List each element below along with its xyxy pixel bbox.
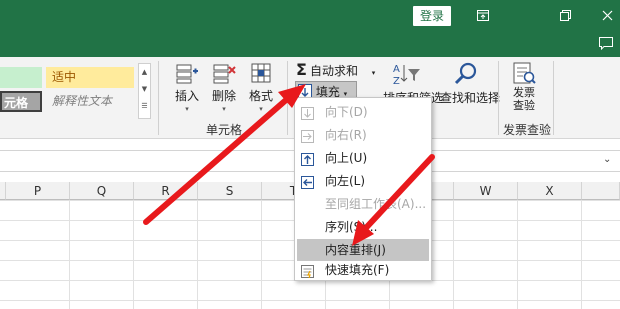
restore-icon[interactable] [554,5,576,25]
invoice-check-button[interactable]: 发票查验 [506,61,542,121]
grid-line [197,200,198,309]
grid-line [517,200,518,309]
insert-label: 插入 [174,89,199,103]
format-label: 格式 [248,89,273,103]
delete-button[interactable]: 删除 ▾ [204,61,244,121]
fill-right-icon [301,128,314,143]
menu-item-fill-right[interactable]: 向右(R) [297,124,429,146]
ribbon-divider [287,61,288,135]
styles-gallery-scroll[interactable]: ▲ ▼ ☰ [138,63,151,119]
invoice-group-label: 发票查验 [503,123,552,137]
close-icon[interactable] [596,5,618,25]
autosum-label: 自动求和 [309,64,358,78]
format-button[interactable]: 格式 ▾ [241,61,281,121]
column-header[interactable] [582,182,620,200]
fill-down-icon [301,105,314,120]
fill-dropdown-menu: 向下(D) 向右(R) 向上(U) 向左(L) 至同组工作表(A)... 序列(… [294,97,432,281]
chevron-down-icon: ▾ [185,105,189,113]
grid-line [69,200,70,309]
find-select-label: 查找和选择 [440,91,501,105]
column-header[interactable]: S [198,182,262,200]
chevron-down-icon: ▾ [222,105,226,113]
insert-cells-icon [176,64,198,84]
column-header[interactable]: P [6,182,70,200]
format-cells-icon [251,63,271,83]
ribbon-display-icon[interactable] [472,5,494,25]
style-explanatory-text[interactable]: 解释性文本 [46,91,134,112]
flash-fill-icon [301,263,314,279]
cells-group-label: 单元格 [206,123,243,137]
ribbon-divider [553,61,554,135]
column-header[interactable]: R [134,182,198,200]
find-select-button[interactable]: 查找和选择 [440,61,501,121]
menu-item-fill-up[interactable]: 向上(U) [297,147,429,169]
grid-line [453,200,454,309]
autosum-button[interactable]: Σ 自动求和 ▾ [296,60,375,80]
title-bar: 登录 [0,0,620,57]
sort-filter-icon: A Z [393,64,420,87]
menu-item-fill-left[interactable]: 向左(L) [297,170,429,192]
chevron-down-icon: ▾ [259,105,263,113]
style-good[interactable] [0,67,42,88]
svg-text:A: A [393,64,400,75]
fill-left-icon [301,174,314,189]
column-header[interactable]: X [518,182,582,200]
ribbon-divider [498,61,499,135]
login-button[interactable]: 登录 [413,6,451,26]
fill-down-icon [298,84,312,98]
magnifier-icon [454,62,477,85]
delete-label: 删除 [211,89,236,103]
invoice-check-label: 发票查验 [513,86,535,112]
menu-item-fill-down[interactable]: 向下(D) [297,101,429,123]
menu-item-flash-fill[interactable]: 快速填充(F) [297,259,429,281]
chevron-down-icon[interactable]: ⌄ [603,154,611,165]
grid-line [581,200,582,309]
style-neutral[interactable]: 适中 [46,67,134,88]
insert-button[interactable]: 插入 ▾ [167,61,207,121]
menu-item-justify[interactable]: 内容重排(J) [297,239,429,261]
chevron-down-icon: ▾ [371,69,376,77]
menu-item-series[interactable]: 序列(S)... [297,216,429,238]
column-header[interactable]: Q [70,182,134,200]
grid-line [261,200,262,309]
comment-icon[interactable] [596,34,616,52]
style-check-cell[interactable]: 元格 [0,91,42,112]
column-header[interactable]: W [454,182,518,200]
svg-text:Z: Z [393,76,400,87]
excel-window: 登录 适中 元格 解释性文本 ▲ ▼ ☰ 插入 ▾ 删除 ▾ 格式 ▾ 单元格 … [0,0,620,309]
invoice-icon [513,62,536,84]
delete-cells-icon [213,64,236,84]
sigma-icon: Σ [296,60,307,79]
fill-up-icon [301,151,314,166]
grid-line [133,200,134,309]
menu-item-across-worksheets[interactable]: 至同组工作表(A)... [297,193,429,215]
ribbon-divider [158,61,159,135]
